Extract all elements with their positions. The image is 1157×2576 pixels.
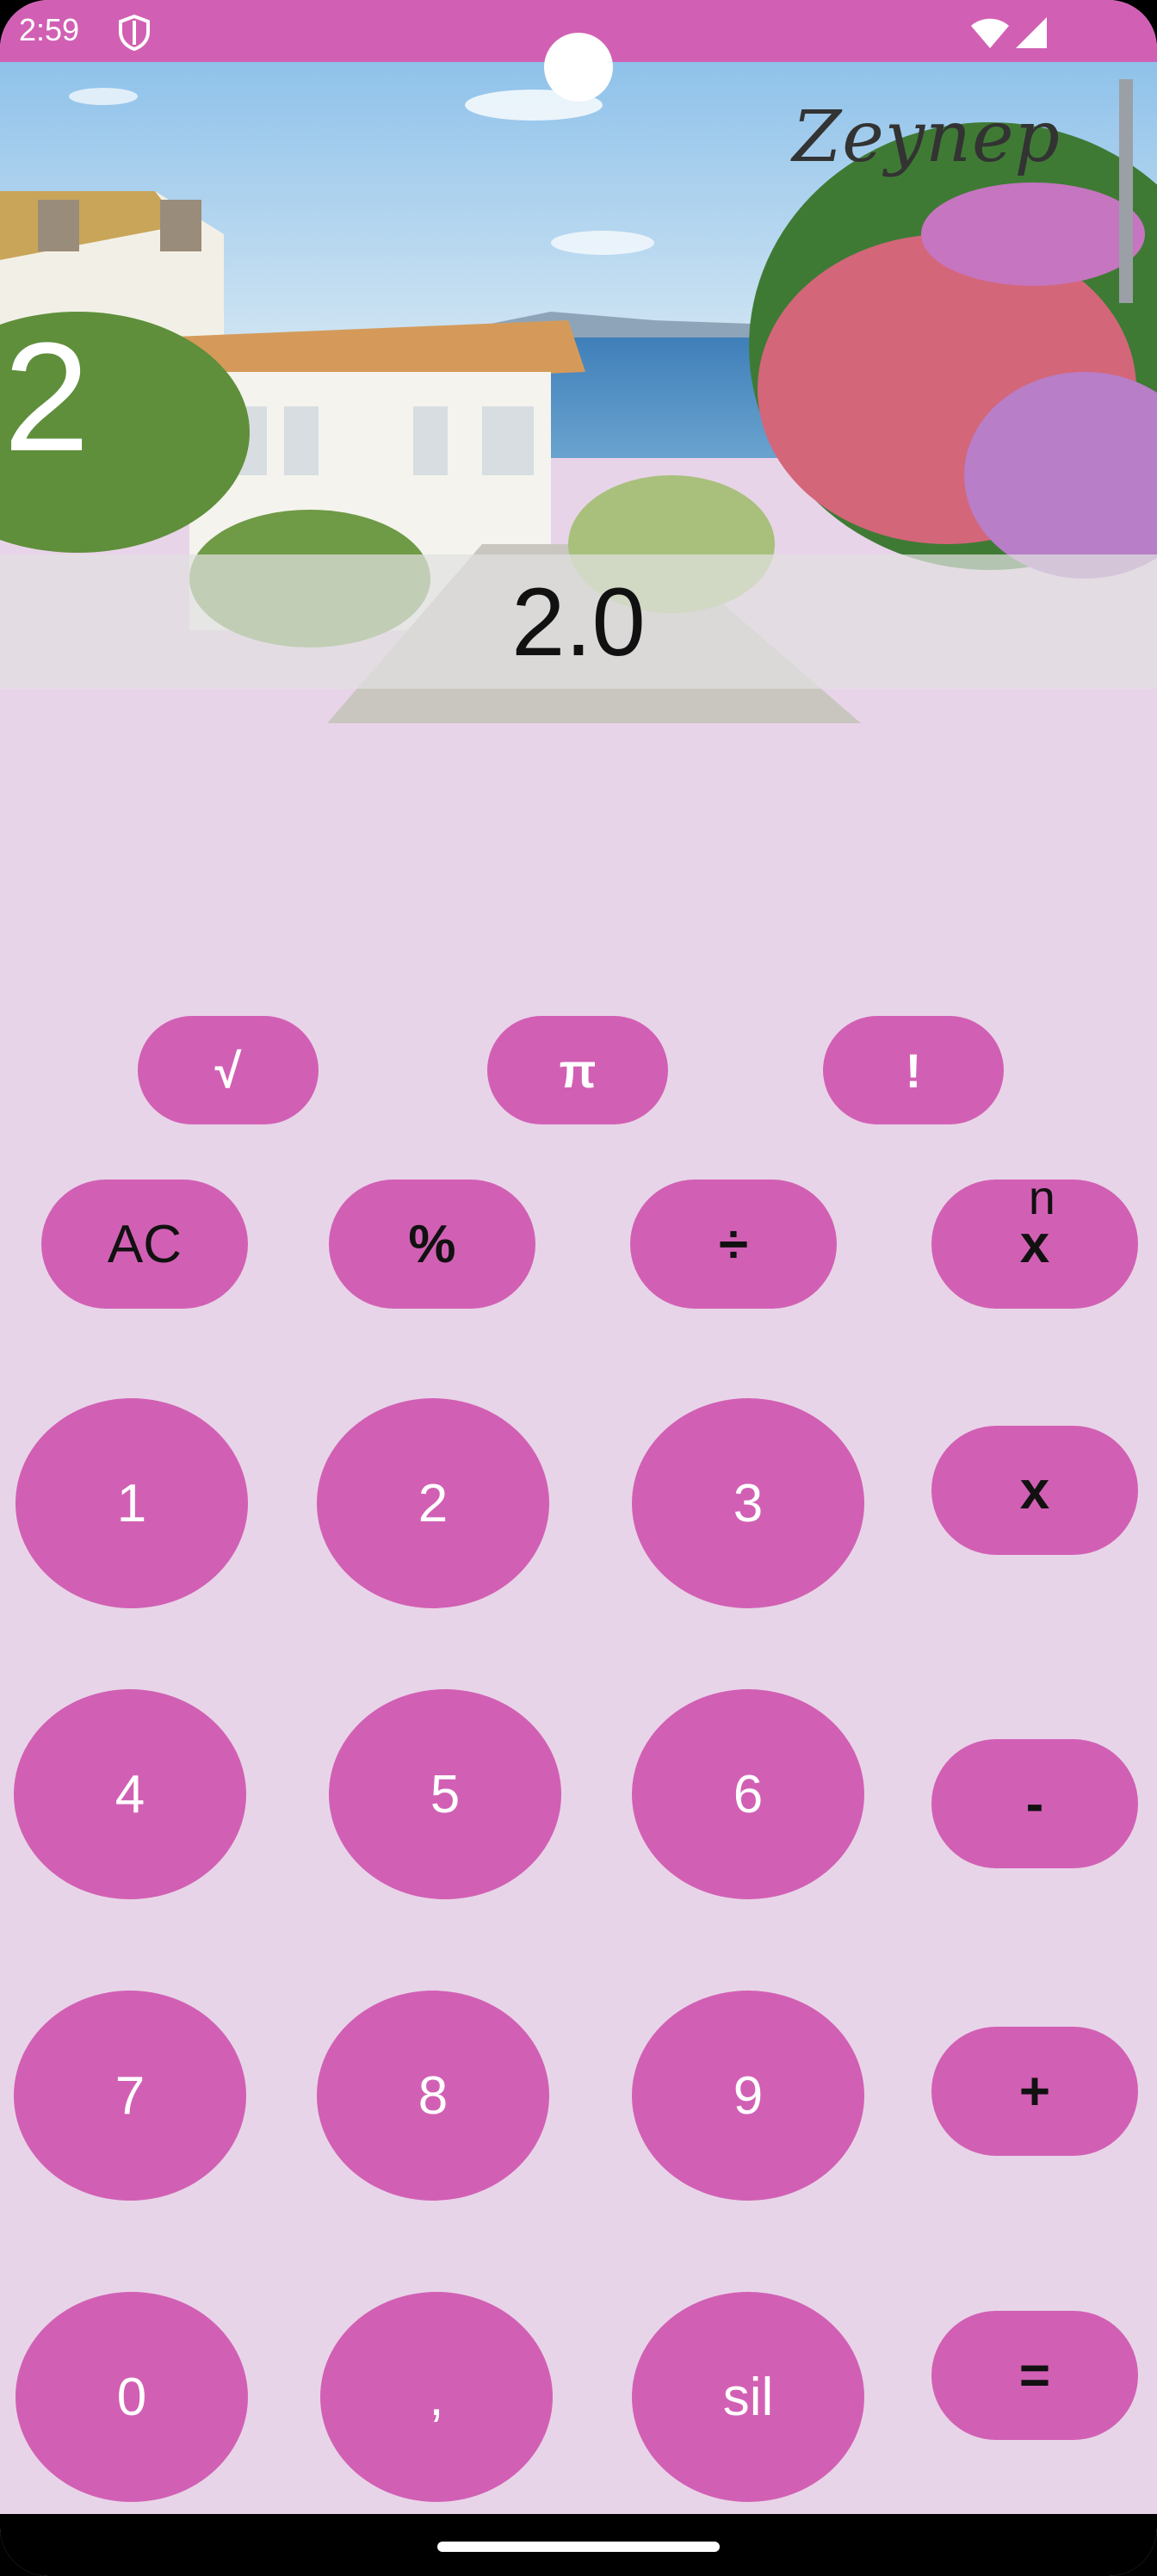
digit-2-button[interactable]: 2 — [317, 1398, 549, 1608]
digit-8-label: 8 — [418, 2065, 449, 2126]
digit-0-button[interactable]: 0 — [15, 2292, 248, 2502]
power-button[interactable]: x n — [931, 1170, 1138, 1309]
digit-4-label: 4 — [114, 1764, 145, 1824]
signal-icon — [1016, 17, 1047, 48]
digit-1-label: 1 — [116, 1473, 147, 1533]
equals-label: = — [1018, 2345, 1051, 2406]
divide-label: ÷ — [718, 1214, 749, 1274]
digit-2-label: 2 — [418, 1473, 449, 1533]
power-exponent-label: n — [1028, 1169, 1055, 1224]
divide-button[interactable]: ÷ — [630, 1180, 837, 1309]
factorial-label: ! — [905, 1043, 922, 1098]
minus-label: - — [1025, 1774, 1044, 1834]
comma-label: , — [429, 2367, 444, 2427]
home-gesture-handle[interactable] — [437, 2542, 720, 2552]
comma-button[interactable]: , — [320, 2292, 553, 2502]
percent-button[interactable]: % — [329, 1180, 535, 1309]
calculator-screen: 2:59 Zeynep 2 2.0 √ π ! AC % ÷ x n 1 2 3… — [0, 0, 1157, 2576]
status-time: 2:59 — [19, 12, 80, 47]
brand-logo: Zeynep — [792, 96, 1061, 178]
result-bar: 2.0 — [0, 554, 1157, 689]
power-label: x n — [1020, 1170, 1055, 1275]
digit-5-button[interactable]: 5 — [329, 1689, 561, 1899]
result-display: 2.0 — [511, 567, 646, 676]
digit-3-label: 3 — [733, 1473, 764, 1533]
digit-1-button[interactable]: 1 — [15, 1398, 248, 1608]
sqrt-label: √ — [214, 1043, 242, 1098]
sqrt-button[interactable]: √ — [138, 1016, 319, 1124]
delete-label: sil — [722, 2367, 774, 2427]
multiply-label: x — [1019, 1460, 1050, 1520]
digit-0-label: 0 — [116, 2367, 147, 2427]
digit-8-button[interactable]: 8 — [317, 1991, 549, 2201]
digit-5-label: 5 — [430, 1764, 461, 1824]
plus-label: + — [1018, 2061, 1051, 2121]
expression-display: 2 — [3, 311, 90, 484]
wifi-icon — [971, 18, 1009, 48]
digit-7-label: 7 — [114, 2065, 145, 2126]
delete-button[interactable]: sil — [632, 2292, 864, 2502]
digit-6-button[interactable]: 6 — [632, 1689, 864, 1899]
digit-7-button[interactable]: 7 — [14, 1991, 246, 2201]
digit-6-label: 6 — [733, 1764, 764, 1824]
pi-label: π — [559, 1043, 597, 1098]
digit-4-button[interactable]: 4 — [14, 1689, 246, 1899]
shield-icon — [119, 14, 150, 52]
plus-button[interactable]: + — [931, 2027, 1138, 2156]
multiply-button[interactable]: x — [931, 1426, 1138, 1555]
percent-label: % — [408, 1214, 456, 1274]
equals-button[interactable]: = — [931, 2311, 1138, 2440]
minus-button[interactable]: - — [931, 1739, 1138, 1868]
digit-9-label: 9 — [733, 2065, 764, 2126]
digit-9-button[interactable]: 9 — [632, 1991, 864, 2201]
camera-cutout — [544, 33, 613, 102]
pi-button[interactable]: π — [487, 1016, 668, 1124]
clear-label: AC — [107, 1214, 183, 1274]
factorial-button[interactable]: ! — [823, 1016, 1004, 1124]
clear-button[interactable]: AC — [41, 1180, 248, 1309]
display-panel: Zeynep 2 2.0 — [0, 62, 1157, 723]
digit-3-button[interactable]: 3 — [632, 1398, 864, 1608]
